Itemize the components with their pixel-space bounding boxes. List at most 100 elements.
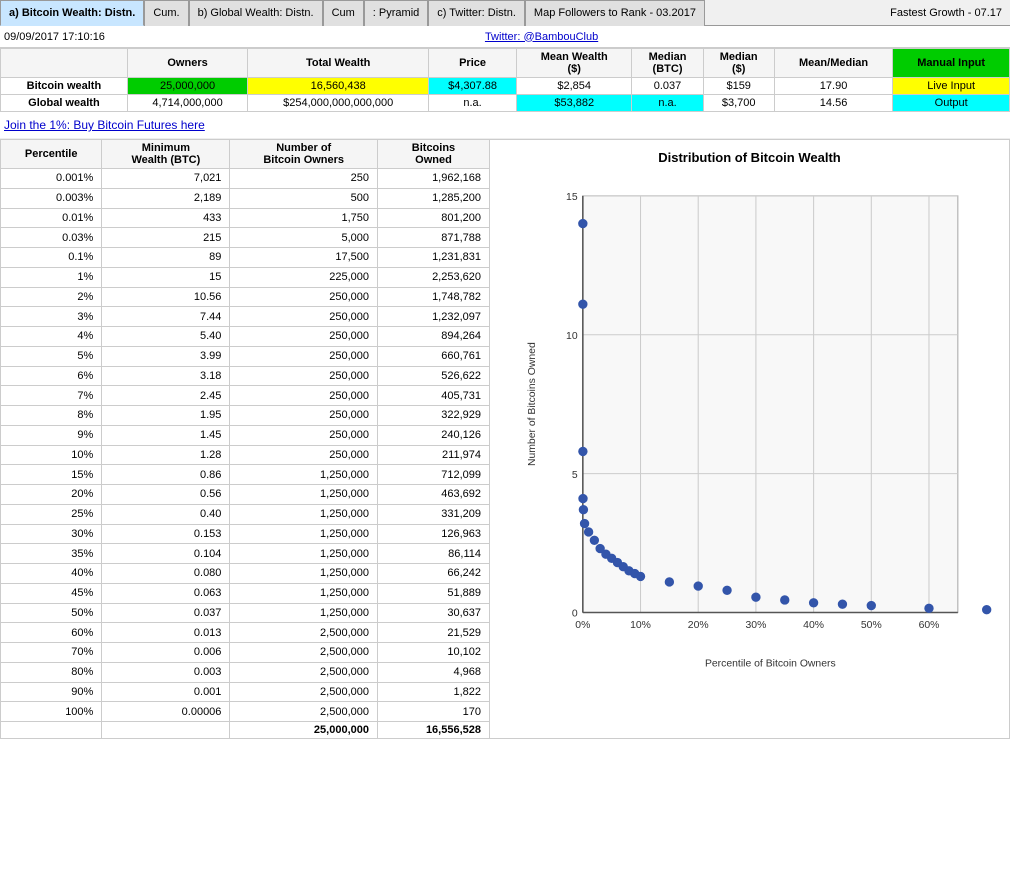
dist-btc-owned: 126,963 <box>377 524 489 544</box>
dist-table-row: 60% 0.013 2,500,000 21,529 <box>1 623 490 643</box>
svg-text:0%: 0% <box>575 620 590 631</box>
dist-btc-owned: 21,529 <box>377 623 489 643</box>
dist-btc-owned: 51,889 <box>377 583 489 603</box>
dist-pct: 90% <box>1 682 102 702</box>
dist-num-owners: 1,250,000 <box>230 465 378 485</box>
tab-pyramid[interactable]: : Pyramid <box>364 0 428 26</box>
dist-num-owners: 250,000 <box>230 346 378 366</box>
tab-cum1[interactable]: Cum. <box>144 0 188 26</box>
dist-min-wealth: 2,189 <box>102 188 230 208</box>
global-mean-wealth: $53,882 <box>517 95 632 112</box>
buy-link[interactable]: Join the 1%: Buy Bitcoin Futures here <box>4 118 205 132</box>
dist-btc-owned: 2,253,620 <box>377 267 489 287</box>
dist-min-wealth: 5.40 <box>102 327 230 347</box>
dist-btc-owned: 1,962,168 <box>377 169 489 189</box>
col-header-median-btc: Median(BTC) <box>632 49 703 78</box>
dist-num-owners: 1,250,000 <box>230 564 378 584</box>
global-mean-median: 14.56 <box>774 95 893 112</box>
distribution-table: Percentile MinimumWealth (BTC) Number of… <box>0 139 490 739</box>
dist-table-row: 0.03% 215 5,000 871,788 <box>1 228 490 248</box>
dist-table-row: 0.003% 2,189 500 1,285,200 <box>1 188 490 208</box>
dist-btc-owned: 1,748,782 <box>377 287 489 307</box>
dist-min-wealth: 1.95 <box>102 406 230 426</box>
dist-btc-owned: 1,822 <box>377 682 489 702</box>
dist-table-row: 80% 0.003 2,500,000 4,968 <box>1 662 490 682</box>
dist-num-owners: 250,000 <box>230 406 378 426</box>
tab-twitter-distn[interactable]: c) Twitter: Distn. <box>428 0 525 26</box>
dist-pct: 5% <box>1 346 102 366</box>
dist-num-owners: 1,250,000 <box>230 544 378 564</box>
bitcoin-price: $4,307.88 <box>429 78 517 95</box>
dist-min-wealth: 2.45 <box>102 386 230 406</box>
tab-bitcoin-distn[interactable]: a) Bitcoin Wealth: Distn. <box>0 0 144 26</box>
dist-pct: 0.01% <box>1 208 102 228</box>
global-owners: 4,714,000,000 <box>127 95 247 112</box>
dist-pct: 15% <box>1 465 102 485</box>
dist-min-wealth: 0.104 <box>102 544 230 564</box>
dist-pct: 25% <box>1 504 102 524</box>
dist-table-row: 40% 0.080 1,250,000 66,242 <box>1 564 490 584</box>
bitcoin-mean-wealth: $2,854 <box>517 78 632 95</box>
dist-min-wealth: 0.003 <box>102 662 230 682</box>
svg-text:10: 10 <box>566 331 578 342</box>
bitcoin-total-wealth: 16,560,438 <box>248 78 429 95</box>
dist-pct: 40% <box>1 564 102 584</box>
dist-btc-owned: 1,232,097 <box>377 307 489 327</box>
global-price: n.a. <box>429 95 517 112</box>
tab-cum2[interactable]: Cum <box>323 0 364 26</box>
dist-num-owners: 225,000 <box>230 267 378 287</box>
dist-min-wealth: 215 <box>102 228 230 248</box>
col-header-total-wealth: Total Wealth <box>248 49 429 78</box>
dist-num-owners: 250,000 <box>230 287 378 307</box>
dist-col-percentile: Percentile <box>1 140 102 169</box>
bitcoin-median-btc: 0.037 <box>632 78 703 95</box>
dist-min-wealth: 0.063 <box>102 583 230 603</box>
dist-min-wealth: 0.080 <box>102 564 230 584</box>
col-header-median-usd: Median($) <box>703 49 774 78</box>
dist-table-row: 45% 0.063 1,250,000 51,889 <box>1 583 490 603</box>
dist-btc-owned: 894,264 <box>377 327 489 347</box>
dist-num-owners: 1,750 <box>230 208 378 228</box>
dist-btc-owned: 86,114 <box>377 544 489 564</box>
dist-num-owners: 250,000 <box>230 307 378 327</box>
dist-pct: 8% <box>1 406 102 426</box>
dist-min-wealth: 0.001 <box>102 682 230 702</box>
dist-table-row: 9% 1.45 250,000 240,126 <box>1 425 490 445</box>
svg-text:10%: 10% <box>630 620 651 631</box>
tab-global-distn[interactable]: b) Global Wealth: Distn. <box>189 0 323 26</box>
dist-min-wealth: 3.99 <box>102 346 230 366</box>
buy-link-row: Join the 1%: Buy Bitcoin Futures here <box>0 112 1010 139</box>
dist-total-owners: 25,000,000 <box>230 722 378 739</box>
global-wealth-row: Global wealth 4,714,000,000 $254,000,000… <box>1 95 1010 112</box>
header-row: 09/09/2017 17:10:16 Twitter: @BambouClub <box>0 26 1010 48</box>
dist-num-owners: 17,500 <box>230 248 378 268</box>
dist-pct: 30% <box>1 524 102 544</box>
dist-min-wealth: 3.18 <box>102 366 230 386</box>
dist-btc-owned: 1,285,200 <box>377 188 489 208</box>
dist-table-row: 0.001% 7,021 250 1,962,168 <box>1 169 490 189</box>
dist-min-wealth: 0.00006 <box>102 702 230 722</box>
dist-pct: 0.03% <box>1 228 102 248</box>
dist-pct: 0.001% <box>1 169 102 189</box>
dist-pct: 60% <box>1 623 102 643</box>
dist-min-wealth: 15 <box>102 267 230 287</box>
col-header-price: Price <box>429 49 517 78</box>
dist-num-owners: 2,500,000 <box>230 662 378 682</box>
dist-btc-owned: 211,974 <box>377 445 489 465</box>
svg-text:Number of Bitcoins Owned: Number of Bitcoins Owned <box>527 342 538 466</box>
dist-min-wealth: 10.56 <box>102 287 230 307</box>
dist-min-wealth: 0.037 <box>102 603 230 623</box>
bitcoin-badge: Live Input <box>893 78 1010 95</box>
tab-map-followers[interactable]: Map Followers to Rank - 03.2017 <box>525 0 705 26</box>
dist-pct: 6% <box>1 366 102 386</box>
global-median-btc: n.a. <box>632 95 703 112</box>
dist-total-label <box>1 722 102 739</box>
global-median-usd: $3,700 <box>703 95 774 112</box>
bitcoin-owners: 25,000,000 <box>127 78 247 95</box>
twitter-link[interactable]: Twitter: @BambouClub <box>485 31 598 43</box>
dist-pct: 10% <box>1 445 102 465</box>
dist-table-row: 10% 1.28 250,000 211,974 <box>1 445 490 465</box>
bitcoin-wealth-row: Bitcoin wealth 25,000,000 16,560,438 $4,… <box>1 78 1010 95</box>
dist-min-wealth: 7.44 <box>102 307 230 327</box>
summary-table: Owners Total Wealth Price Mean Wealth($)… <box>0 48 1010 112</box>
